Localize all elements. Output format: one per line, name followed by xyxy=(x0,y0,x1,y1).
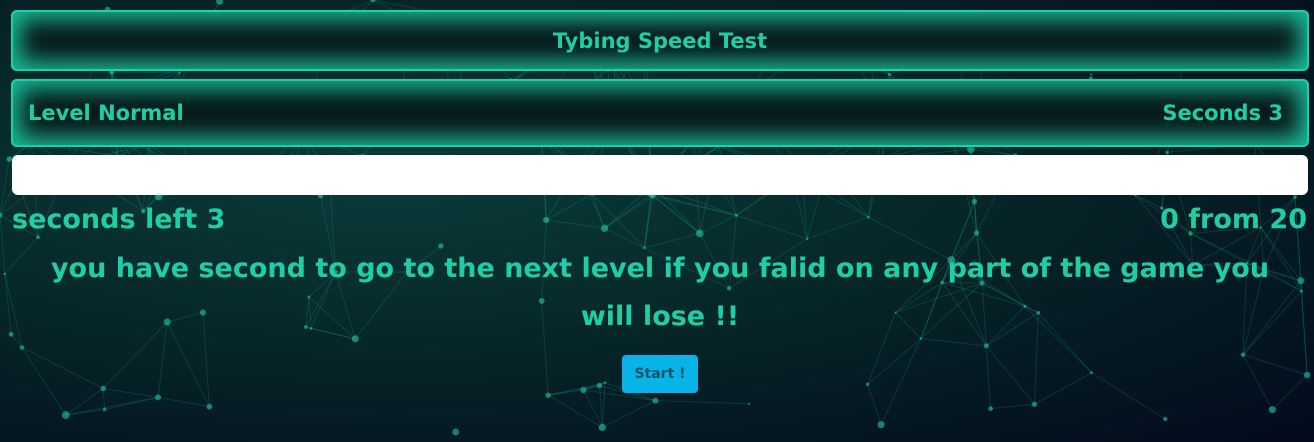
page-title: Tybing Speed Test xyxy=(552,28,768,53)
seconds-left-text: seconds left 3 xyxy=(12,204,226,235)
game-container: Tybing Speed Test Level Normal Seconds 3… xyxy=(0,0,1314,442)
start-button[interactable]: Start ! xyxy=(622,355,698,393)
seconds-label: Seconds 3 xyxy=(1162,101,1283,125)
title-panel: Tybing Speed Test xyxy=(11,10,1309,71)
info-panel: Level Normal Seconds 3 xyxy=(11,79,1309,147)
status-row: seconds left 3 0 from 20 xyxy=(12,200,1307,240)
score-text: 0 from 20 xyxy=(1160,204,1307,235)
level-label: Level Normal xyxy=(28,101,184,125)
word-input[interactable] xyxy=(12,155,1308,195)
instructions-message: you have second to go to the next level … xyxy=(50,253,1270,332)
